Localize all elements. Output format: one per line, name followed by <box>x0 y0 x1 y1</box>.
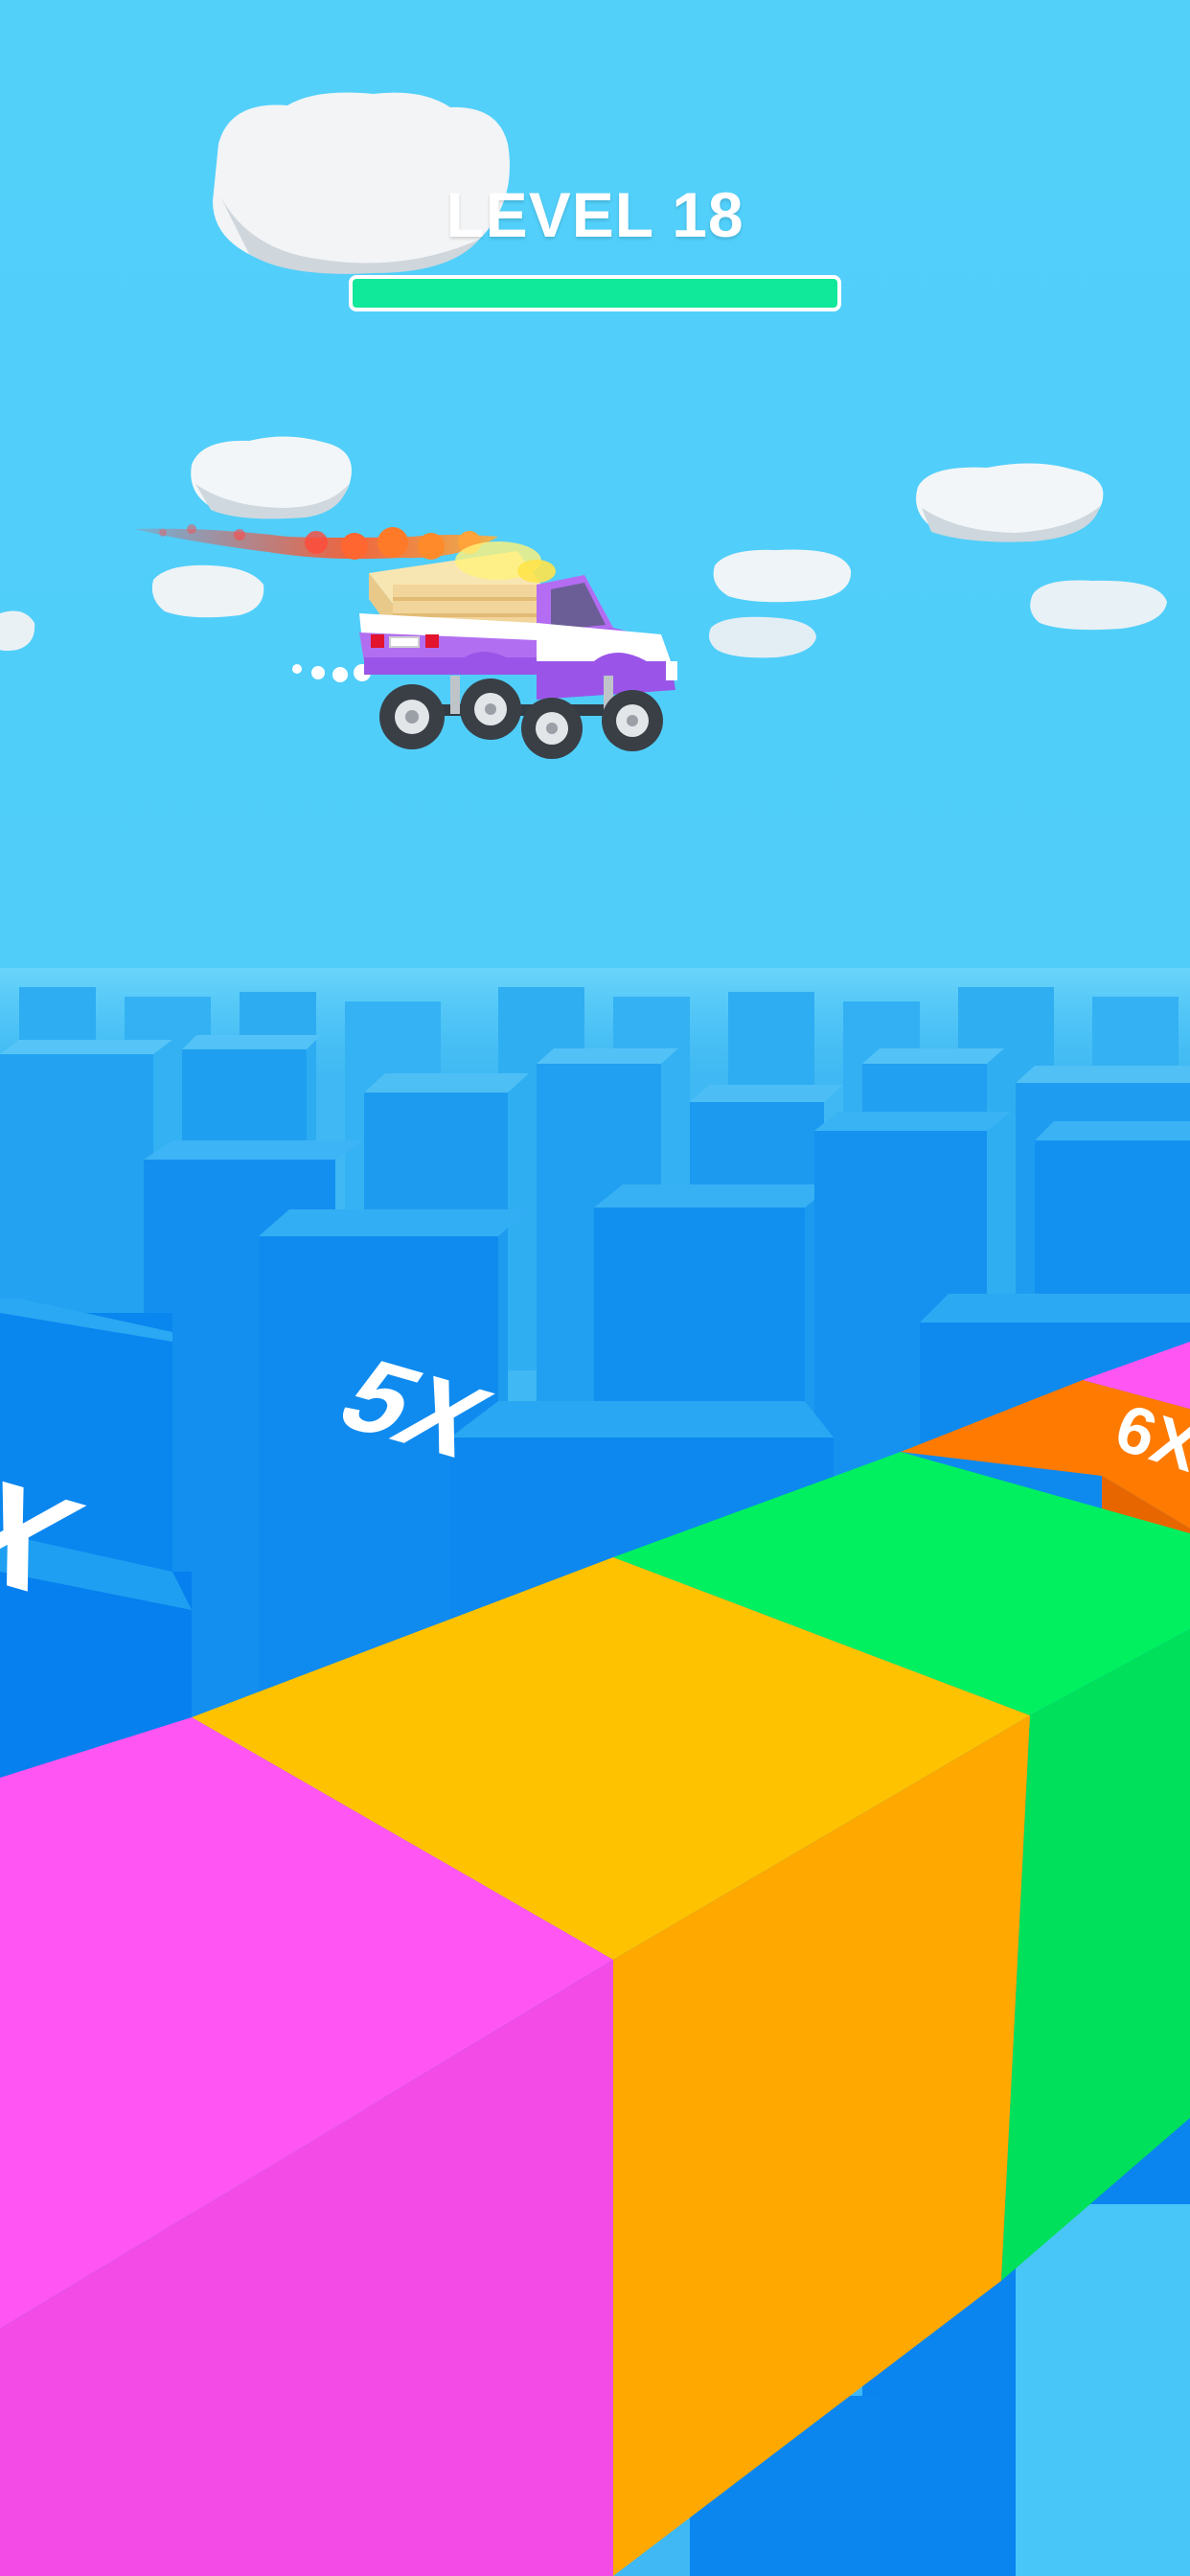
level-progress-bar <box>349 275 841 311</box>
wheel <box>521 698 583 759</box>
hud: LEVEL 18 <box>0 0 1190 345</box>
level-title: LEVEL 18 <box>446 179 744 250</box>
cloud <box>191 436 352 519</box>
level-progress-fill <box>353 279 837 308</box>
wheel <box>602 690 663 751</box>
cloud <box>713 549 852 603</box>
cloud <box>916 463 1104 542</box>
cloud <box>709 616 816 658</box>
cloud <box>151 564 264 618</box>
game-scene: 6X 5X 4X 3X <box>0 0 1190 2576</box>
cloud <box>1030 580 1167 631</box>
wheel <box>379 684 445 749</box>
wheel <box>460 678 521 740</box>
